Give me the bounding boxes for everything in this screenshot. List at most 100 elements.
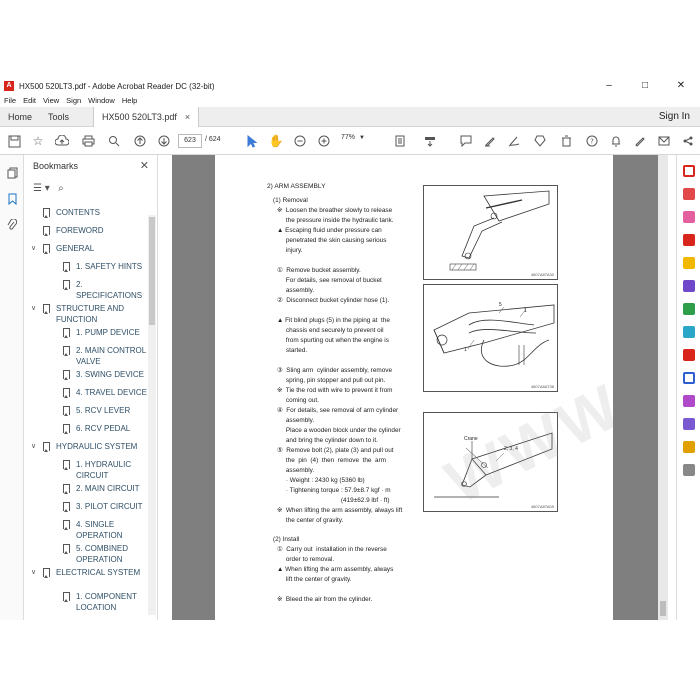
minimize-button[interactable]: – <box>592 78 626 94</box>
close-icon[interactable]: ✕ <box>140 159 149 172</box>
send-for-signature-icon[interactable] <box>683 395 695 407</box>
menu-edit[interactable]: Edit <box>23 96 36 105</box>
chevron-down-icon[interactable]: ∨ <box>31 567 36 578</box>
bookmark-item[interactable]: 2. SPECIFICATIONS <box>25 279 147 303</box>
previous-page-icon[interactable] <box>132 133 148 149</box>
select-cursor-icon[interactable] <box>244 133 260 149</box>
bookmark-item[interactable]: 1. HYDRAULIC CIRCUIT <box>25 459 147 483</box>
export-pdf-icon[interactable] <box>683 188 695 200</box>
zoom-select[interactable]: 77% ▼ <box>341 134 365 141</box>
chevron-down-icon[interactable]: ∨ <box>31 243 36 254</box>
notifications-bell-icon[interactable] <box>608 133 624 149</box>
document-text-line: started. <box>277 347 308 354</box>
bookmarks-scrollbar[interactable] <box>148 215 156 615</box>
create-pdf-icon[interactable] <box>683 211 695 223</box>
sign-pen-icon[interactable] <box>632 133 648 149</box>
bookmark-item[interactable]: 5. COMBINED OPERATION <box>25 543 147 567</box>
menu-sign[interactable]: Sign <box>66 96 81 105</box>
bookmark-item[interactable]: 1. SAFETY HINTS <box>25 261 147 279</box>
document-scrollbar[interactable] <box>658 155 668 620</box>
menu-help[interactable]: Help <box>122 96 137 105</box>
maximize-button[interactable]: □ <box>628 78 662 94</box>
comment-icon[interactable] <box>458 133 474 149</box>
bookmark-label: 2. MAIN CONTROL VALVE <box>76 346 146 366</box>
menu-view[interactable]: View <box>43 96 59 105</box>
document-text-line: the center of gravity. <box>277 517 344 524</box>
bookmark-item[interactable]: ∨ HYDRAULIC SYSTEM <box>25 441 147 459</box>
highlight-pen-icon[interactable] <box>482 133 498 149</box>
prepare-form-icon[interactable] <box>683 418 695 430</box>
bookmark-item[interactable]: 5. RCV LEVER <box>25 405 147 423</box>
bookmark-options-icon[interactable]: ☰ ▾ ⌕ <box>33 183 64 194</box>
bookmark-icon <box>63 328 70 338</box>
fill-sign-icon[interactable] <box>683 349 695 361</box>
zoom-in-icon[interactable] <box>316 133 332 149</box>
bookmark-item[interactable]: 1. COMPONENT LOCATION <box>25 591 147 615</box>
search-icon[interactable] <box>683 165 695 177</box>
sign-in-button[interactable]: Sign In <box>659 107 690 127</box>
chevron-down-icon[interactable]: ∨ <box>31 303 36 314</box>
star-icon[interactable]: ☆ <box>30 133 46 149</box>
chevron-down-icon: ▼ <box>359 135 365 141</box>
edit-pdf-icon[interactable] <box>683 234 695 246</box>
comment-tool-icon[interactable] <box>683 257 695 269</box>
combine-files-icon[interactable] <box>683 280 695 292</box>
search-icon[interactable] <box>106 133 122 149</box>
close-window-button[interactable]: ✕ <box>664 78 698 94</box>
next-page-icon[interactable] <box>156 133 172 149</box>
save-icon[interactable] <box>6 133 22 149</box>
read-mode-icon[interactable] <box>422 133 438 149</box>
figure-code: 4607A8TA30 <box>530 272 554 277</box>
bookmark-panel-icon[interactable] <box>6 193 18 206</box>
menu-file[interactable]: File <box>4 96 16 105</box>
help-icon[interactable]: ? <box>584 133 600 149</box>
document-scroll-thumb[interactable] <box>660 601 666 616</box>
page-number-input[interactable]: 623 <box>178 134 202 148</box>
rich-media-icon[interactable] <box>683 441 695 453</box>
share-icon[interactable] <box>680 133 696 149</box>
page-thumbnails-icon[interactable] <box>6 167 18 179</box>
hand-tool-icon[interactable]: ✋ <box>268 133 284 149</box>
bookmark-item[interactable]: 1. PUMP DEVICE <box>25 327 147 345</box>
stamp-icon[interactable] <box>532 133 548 149</box>
tab-document[interactable]: HX500 520LT3.pdf × <box>93 107 200 127</box>
upload-cloud-icon[interactable] <box>54 133 70 149</box>
draw-icon[interactable] <box>506 133 522 149</box>
bookmark-item[interactable]: 4. SINGLE OPERATION <box>25 519 147 543</box>
document-viewport[interactable]: 2) ARM ASSEMBLY (1) Removal ※ Loosen the… <box>172 155 668 620</box>
document-text-line: coming out. <box>277 397 319 404</box>
document-text-line: ※ Loosen the breather slowly to release <box>277 207 393 214</box>
bookmark-item[interactable]: 6. RCV PEDAL <box>25 423 147 441</box>
document-text-line: ▲ When lifting the arm assembly, always <box>277 566 394 573</box>
menu-window[interactable]: Window <box>88 96 115 105</box>
bookmarks-scroll-thumb[interactable] <box>149 217 155 325</box>
zoom-out-icon[interactable] <box>292 133 308 149</box>
bookmark-item[interactable]: ∨ STRUCTURE AND FUNCTION <box>25 303 147 327</box>
bookmark-item[interactable]: 3. PILOT CIRCUIT <box>25 501 147 519</box>
tab-tools[interactable]: Tools <box>48 107 69 127</box>
attachments-icon[interactable] <box>6 218 18 231</box>
bookmark-item[interactable]: 2. MAIN CONTROL VALVE <box>25 345 147 369</box>
tab-close-icon[interactable]: × <box>185 112 190 122</box>
tab-document-label: HX500 520LT3.pdf <box>102 112 177 122</box>
page-fit-icon[interactable] <box>392 133 408 149</box>
bookmark-item[interactable]: FOREWORD <box>25 225 147 243</box>
bookmark-item[interactable]: ∨ GENERAL <box>25 243 147 261</box>
window-title: HX500 520LT3.pdf - Adobe Acrobat Reader … <box>19 81 215 91</box>
delete-icon[interactable] <box>558 133 574 149</box>
bookmark-item[interactable]: 3. SWING DEVICE <box>25 369 147 387</box>
bookmark-label: 1. HYDRAULIC CIRCUIT <box>76 460 132 480</box>
bookmark-item[interactable]: 4. TRAVEL DEVICE <box>25 387 147 405</box>
more-tools-icon[interactable] <box>683 464 695 476</box>
organize-pages-icon[interactable] <box>683 303 695 315</box>
protect-icon[interactable] <box>683 372 695 384</box>
bookmark-icon <box>63 424 70 434</box>
chevron-down-icon[interactable]: ∨ <box>31 441 36 452</box>
tab-home[interactable]: Home <box>8 107 32 127</box>
bookmark-item[interactable]: 2. MAIN CIRCUIT <box>25 483 147 501</box>
bookmark-item[interactable]: ∨ ELECTRICAL SYSTEM <box>25 567 147 591</box>
enhance-scans-icon[interactable] <box>683 326 695 338</box>
email-icon[interactable] <box>656 133 672 149</box>
bookmark-item[interactable]: CONTENTS <box>25 207 147 225</box>
print-icon[interactable] <box>80 133 96 149</box>
